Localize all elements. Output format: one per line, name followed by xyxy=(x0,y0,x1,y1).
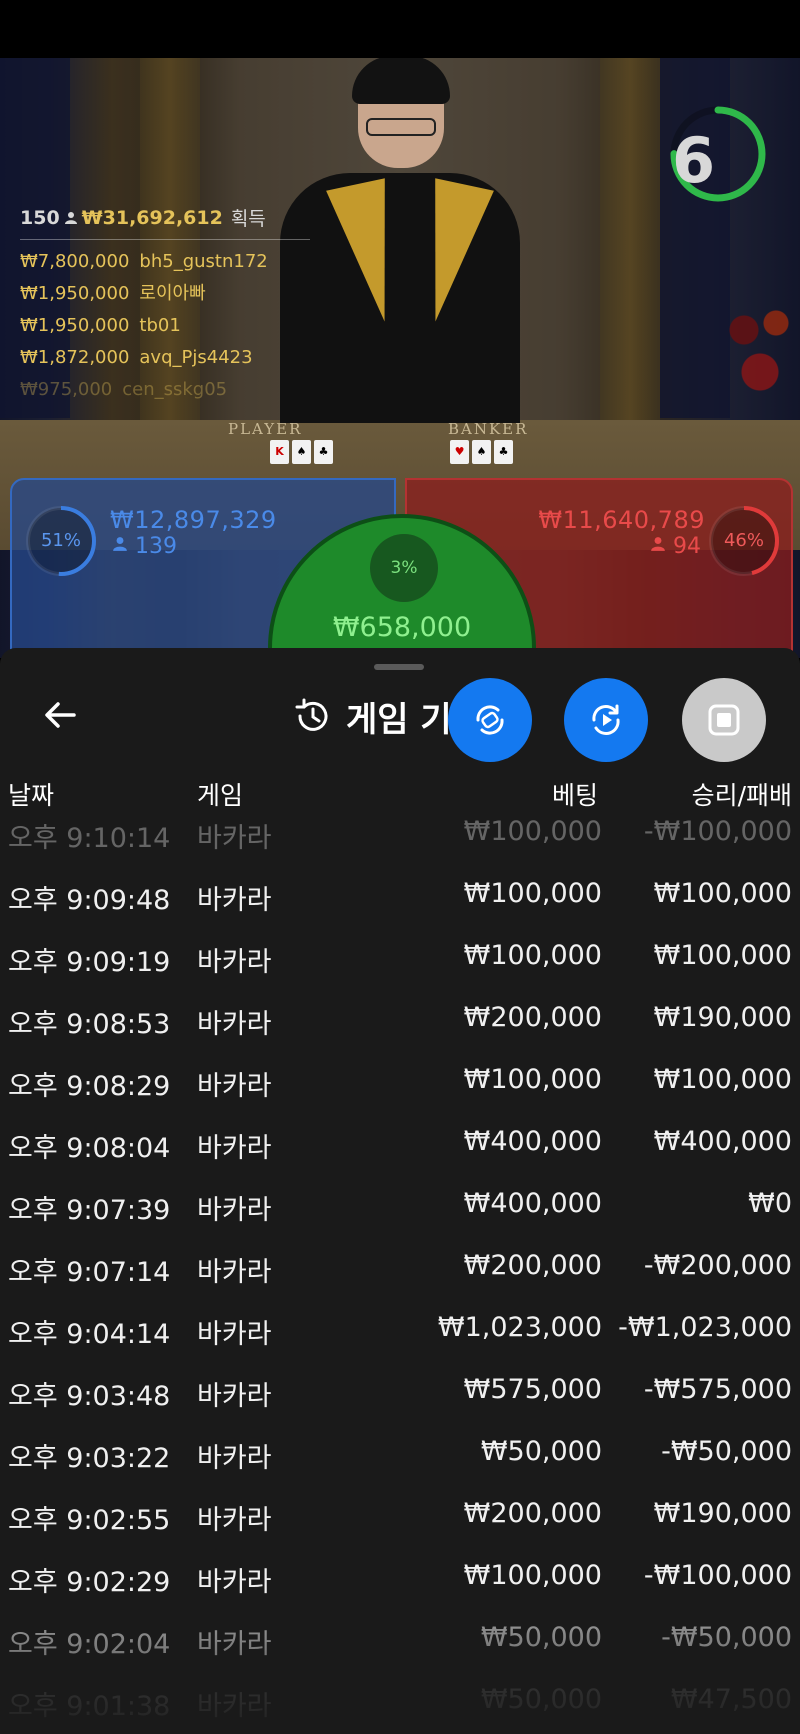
table-row[interactable]: 오후 9:08:29 바카라 ₩100,000 ₩100,000 xyxy=(0,1050,800,1112)
player-percent: 51% xyxy=(40,530,81,551)
winner-row: ₩1,950,000 로이아빠 xyxy=(20,283,206,304)
winner-count: 150 xyxy=(20,206,60,229)
table-row[interactable]: 오후 9:02:29 바카라 ₩100,000 -₩100,000 xyxy=(0,1546,800,1608)
betting-countdown: 6 xyxy=(668,90,768,210)
swap-camera-icon xyxy=(476,705,504,735)
user-icon xyxy=(113,537,127,551)
playing-card: ♠ xyxy=(292,440,311,464)
winner-row: ₩1,950,000 tb01 xyxy=(20,315,181,336)
playing-card: ♠ xyxy=(472,440,491,464)
user-icon xyxy=(64,211,77,224)
tie-percent: 3% xyxy=(370,534,438,602)
winner-row: ₩7,800,000 bh5_gustn172 xyxy=(20,251,268,272)
winners-total: ₩31,692,612 xyxy=(81,206,223,229)
replay-button[interactable] xyxy=(564,678,648,762)
table-label-banker: BANKER xyxy=(448,420,529,438)
playing-card: ♣ xyxy=(314,440,333,464)
flower-decoration xyxy=(720,288,800,428)
back-button[interactable] xyxy=(38,692,84,738)
divider xyxy=(20,239,310,240)
countdown-number: 6 xyxy=(672,124,716,197)
player-count: 139 xyxy=(112,534,177,559)
banker-percent: 46% xyxy=(723,530,764,551)
winner-row: ₩1,872,000 avq_Pjs4423 xyxy=(20,347,253,368)
table-row[interactable]: 오후 9:09:48 바카라 ₩100,000 ₩100,000 xyxy=(0,864,800,926)
playing-card: ♥ xyxy=(450,440,469,464)
table-row[interactable]: 오후 9:10:14 바카라 ₩100,000 -₩100,000 xyxy=(0,802,800,864)
player-total-amount: ₩12,897,329 xyxy=(110,506,277,534)
banker-count: 94 xyxy=(650,534,701,559)
winner-row: ₩975,000 cen_sskg05 xyxy=(20,379,228,400)
tie-total-amount: ₩658,000 xyxy=(332,612,472,643)
table-label-player: PLAYER xyxy=(228,420,303,438)
table-row[interactable]: 오후 9:09:19 바카라 ₩100,000 ₩100,000 xyxy=(0,926,800,988)
stop-button[interactable] xyxy=(682,678,766,762)
user-icon xyxy=(651,537,665,551)
table-row[interactable]: 오후 9:02:04 바카라 ₩50,000 -₩50,000 xyxy=(0,1608,800,1670)
table-row[interactable]: 오후 9:02:55 바카라 ₩200,000 ₩190,000 xyxy=(0,1484,800,1546)
winners-earn-label: 획득 xyxy=(230,208,266,230)
history-clock-icon xyxy=(295,698,328,731)
stop-icon xyxy=(708,704,740,736)
banker-total-amount: ₩11,640,789 xyxy=(538,506,705,534)
sheet-header: 게임 기 xyxy=(292,694,452,740)
table-row[interactable]: 오후 9:03:22 바카라 ₩50,000 -₩50,000 xyxy=(0,1422,800,1484)
table-row[interactable]: 오후 9:08:04 바카라 ₩400,000 ₩400,000 xyxy=(0,1112,800,1174)
table-row[interactable]: 오후 9:07:14 바카라 ₩200,000 -₩200,000 xyxy=(0,1236,800,1298)
table-row[interactable]: 오후 9:07:39 바카라 ₩400,000 ₩0 xyxy=(0,1174,800,1236)
banker-cards: ♥ ♠ ♣ xyxy=(450,440,513,464)
swap-camera-button[interactable] xyxy=(448,678,532,762)
table-row[interactable]: 오후 9:04:14 바카라 ₩1,023,000 -₩1,023,000 xyxy=(0,1298,800,1360)
history-rows[interactable]: 오후 9:10:14 바카라 ₩100,000 -₩100,000 오후 9:0… xyxy=(0,816,800,1732)
arrow-left-icon xyxy=(45,702,76,728)
game-history-sheet: 게임 기 날짜 게임 베팅 승리/패배 오후 9:10:14 바카라 ₩100,… xyxy=(0,648,800,1734)
sheet-drag-handle[interactable] xyxy=(374,664,424,670)
replay-icon xyxy=(592,704,620,735)
top-winners-panel: 150 ₩31,692,612 획득 ₩7,800,000 bh5_gustn17… xyxy=(20,204,320,406)
table-row[interactable]: 오후 9:08:53 바카라 ₩200,000 ₩190,000 xyxy=(0,988,800,1050)
table-row[interactable]: 오후 9:01:38 바카라 ₩50,000 ₩47,500 xyxy=(0,1670,800,1732)
page-title: 게임 기 xyxy=(346,699,452,740)
player-cards: K ♠ ♣ xyxy=(270,440,333,464)
winners-summary: 150 ₩31,692,612 획득 xyxy=(20,204,320,231)
playing-card: ♣ xyxy=(494,440,513,464)
table-row[interactable]: 오후 9:03:48 바카라 ₩575,000 -₩575,000 xyxy=(0,1360,800,1422)
playing-card: K xyxy=(270,440,289,464)
